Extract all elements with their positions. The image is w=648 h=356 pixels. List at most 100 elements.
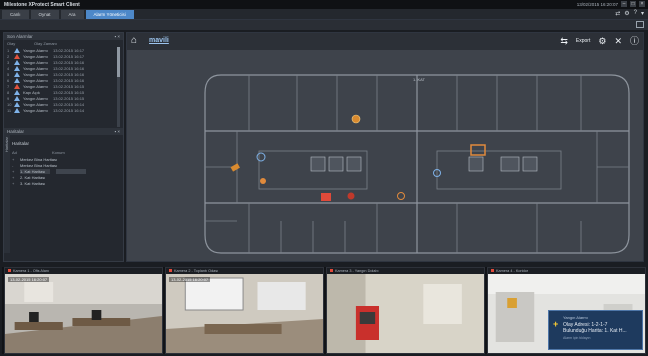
map-view: ⌂ mavili ⇆ Export ⚙ ✕ ⓘ 1. KAT bbox=[126, 32, 644, 262]
alarm-number: 7 bbox=[7, 83, 10, 89]
expand-toggle-icon[interactable]: + bbox=[12, 157, 20, 162]
alarm-name: Yangın Alarmı bbox=[23, 101, 48, 107]
alarm-time: 13.02.2015 16:16 bbox=[53, 65, 85, 71]
alarm-number: 9 bbox=[7, 95, 10, 101]
alarm-scrollbar[interactable] bbox=[117, 47, 120, 127]
warning-icon bbox=[14, 77, 20, 83]
alarm-number: 10 bbox=[7, 101, 12, 107]
tree-column-name[interactable]: Ad bbox=[12, 150, 52, 155]
tree-list: + Merkez Bina Haritası - Merkez Bina Harita… bbox=[12, 156, 122, 186]
notification-map: Bulunduğu Harita: 1. Kat H... bbox=[563, 328, 627, 334]
export-label[interactable]: Export bbox=[576, 38, 590, 44]
help-icon[interactable]: ? bbox=[634, 10, 637, 17]
expand-toggle-icon[interactable]: - bbox=[12, 163, 20, 168]
alarm-notification[interactable]: + Yangın Alarmı Olay Adresi: 1-2-1-7 Bul… bbox=[548, 310, 643, 350]
warning-icon bbox=[14, 101, 20, 107]
alarm-name: Yangın Alarmı bbox=[23, 65, 48, 71]
gear-icon[interactable]: ⚙ bbox=[598, 36, 606, 46]
app-title: Milestone XProtect Smart Client bbox=[4, 1, 80, 8]
tree-item-label: 2. Kat Haritası bbox=[20, 174, 46, 180]
fullscreen-icon[interactable] bbox=[636, 21, 644, 28]
brand-logo: mavili bbox=[149, 37, 169, 44]
alarm-number: 5 bbox=[7, 71, 10, 77]
close-icon[interactable]: × bbox=[639, 1, 645, 7]
alarm-time: 13.02.2015 16:16 bbox=[53, 77, 85, 83]
alarm-panel-header: Son Alarmlar ▪ × bbox=[4, 33, 123, 40]
alarm-number: 8 bbox=[7, 89, 10, 95]
map-panel-header: Haritalar ▪ × bbox=[4, 128, 123, 135]
alarm-time: 13.02.2015 16:16 bbox=[53, 59, 85, 65]
window-controls: – □ × bbox=[621, 1, 645, 7]
home-icon[interactable]: ⌂ bbox=[131, 36, 141, 46]
expand-toggle-icon[interactable]: + bbox=[12, 181, 20, 186]
alarm-number: 2 bbox=[7, 53, 10, 59]
warning-icon bbox=[14, 47, 20, 53]
alarm-time: 13.02.2015 16:15 bbox=[53, 83, 85, 89]
alarm-time: 13.02.2015 16:15 bbox=[53, 89, 85, 95]
camera-strip: Kamera 1 - Ofis Alanı 13-02-2015 16:20:0… bbox=[2, 267, 646, 354]
notification-title: Yangın Alarmı bbox=[563, 315, 588, 320]
column-event[interactable]: Olay bbox=[7, 41, 34, 46]
tab-alarm-manager[interactable]: Alarm Yöneticisi bbox=[85, 10, 134, 19]
alarm-number: 11 bbox=[7, 107, 12, 113]
tab-bar: Canlı Oynat Ara Alarm Yöneticisi ⇄ ⚙ ? ▾ bbox=[0, 9, 648, 20]
alarm-name: Kapı Açık bbox=[23, 89, 40, 95]
tab-search[interactable]: Ara bbox=[60, 10, 84, 19]
scroll-thumb[interactable] bbox=[117, 47, 120, 77]
panel-menu-icon[interactable]: ▪ × bbox=[115, 33, 120, 40]
tree-column-location[interactable]: Konum bbox=[52, 150, 65, 155]
camera-feed bbox=[5, 274, 162, 353]
camera-timestamp: 13-02-2015 16:20:07 bbox=[8, 277, 50, 282]
side-tab-label: Haritalar bbox=[4, 137, 9, 153]
warning-icon bbox=[14, 95, 20, 101]
export-icon[interactable]: ⇆ bbox=[560, 36, 568, 46]
alarm-number: 1 bbox=[7, 47, 10, 53]
camera-tile[interactable]: Kamera 4 - Koridor + Yangın Alarmı Olay … bbox=[487, 267, 646, 354]
alarm-number: 4 bbox=[7, 65, 10, 71]
alarm-time: 13.02.2015 16:17 bbox=[53, 47, 85, 53]
column-event-time[interactable]: Olay Zamanı bbox=[34, 41, 74, 46]
sub-toolbar bbox=[0, 20, 648, 30]
title-bar: Milestone XProtect Smart Client 13/02/20… bbox=[0, 0, 648, 9]
tree-item-label: Merkez Bina Haritası bbox=[20, 162, 58, 168]
tree-item-label: 1. Kat Haritası bbox=[20, 168, 50, 174]
maximize-icon[interactable]: □ bbox=[630, 1, 636, 7]
alarm-number: 3 bbox=[7, 59, 10, 65]
alarm-time: 13.02.2015 16:14 bbox=[53, 101, 85, 107]
gear-icon[interactable]: ⚙ bbox=[624, 10, 629, 17]
floor-plan-title: 1. KAT bbox=[413, 77, 425, 82]
minimize-icon[interactable]: – bbox=[621, 1, 627, 7]
map-panel-menu-icon[interactable]: ▪ × bbox=[115, 128, 120, 135]
alarm-name: Yangın Alarmı bbox=[23, 107, 48, 113]
expand-toggle-icon[interactable]: + bbox=[12, 175, 20, 180]
location-field[interactable] bbox=[56, 168, 86, 174]
map-tree: Haritalar Ad Konum + Merkez Bina Haritası… bbox=[12, 141, 122, 186]
alarm-row[interactable]: 11 Yangın Alarmı 13.02.2015 16:14 bbox=[4, 107, 123, 113]
tree-item[interactable]: +3. Kat Haritası bbox=[12, 180, 122, 186]
alarm-panel-title: Son Alarmlar bbox=[7, 34, 33, 39]
alarm-name: Yangın Alarmı bbox=[23, 83, 48, 89]
close-icon[interactable]: ✕ bbox=[614, 36, 622, 46]
alarm-time: 13.02.2015 16:17 bbox=[53, 53, 85, 59]
tab-playback[interactable]: Oynat bbox=[30, 10, 59, 19]
side-tab-maps[interactable]: Haritalar bbox=[4, 133, 10, 253]
alarm-time: 13.02.2015 16:14 bbox=[53, 107, 85, 113]
alarm-list: 1 Yangın Alarmı 13.02.2015 16:17 2 Yangın Al… bbox=[4, 47, 123, 113]
tree-title: Haritalar bbox=[12, 141, 30, 146]
expand-toggle-icon[interactable]: + bbox=[12, 169, 20, 174]
alarm-name: Yangın Alarmı bbox=[23, 53, 48, 59]
camera-tile[interactable]: Kamera 3 - Yangın Dolabı bbox=[326, 267, 485, 354]
info-icon[interactable]: ⓘ bbox=[630, 36, 639, 46]
warning-icon bbox=[14, 53, 20, 59]
tree-item-label: Merkez Bina Haritası bbox=[20, 156, 58, 162]
tab-live[interactable]: Canlı bbox=[2, 10, 29, 19]
tree-item-label: 3. Kat Haritası bbox=[20, 180, 46, 186]
floor-plan[interactable]: 1. KAT bbox=[201, 63, 641, 263]
alarm-columns: Olay Olay Zamanı bbox=[4, 40, 123, 47]
alarm-name: Yangın Alarmı bbox=[23, 71, 48, 77]
camera-tile[interactable]: Kamera 2 - Toplantı Odası 13-02-2015 16:… bbox=[165, 267, 324, 354]
tab-tools: ⇄ ⚙ ? ▾ bbox=[615, 10, 644, 17]
swap-icon[interactable]: ⇄ bbox=[615, 10, 620, 17]
camera-tile[interactable]: Kamera 1 - Ofis Alanı 13-02-2015 16:20:0… bbox=[4, 267, 163, 354]
chevron-down-icon[interactable]: ▾ bbox=[641, 10, 644, 17]
